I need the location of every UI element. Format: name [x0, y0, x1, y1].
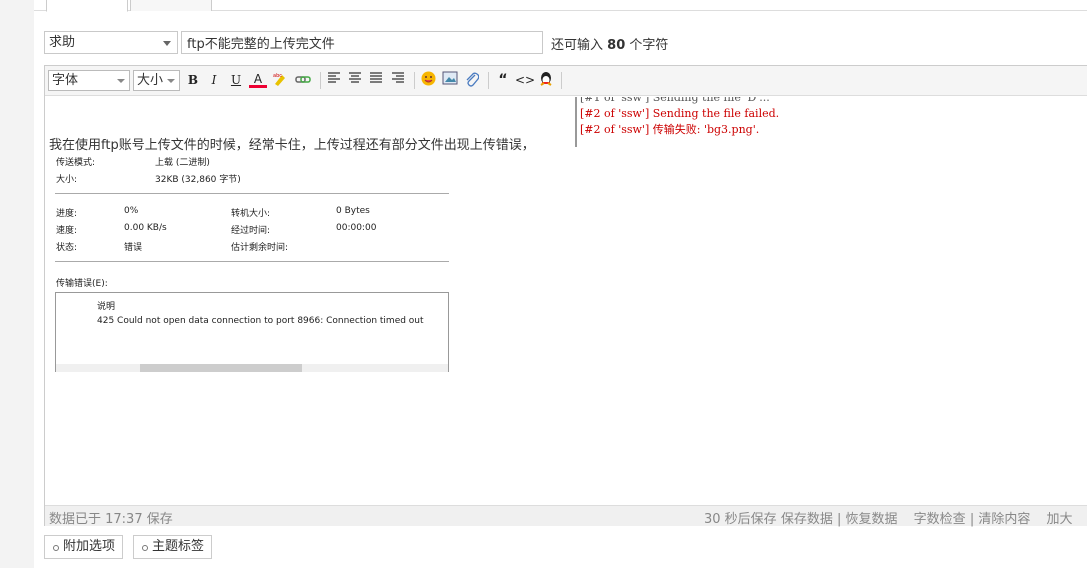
topic-tags-button[interactable]: 主题标签 [133, 535, 213, 559]
align-right-icon[interactable] [389, 71, 407, 90]
char-count: 还可输入 80 个字符 [551, 34, 668, 53]
word-check-link[interactable]: 字数检查 [914, 512, 966, 527]
autosave-countdown: 30 秒后保存 [704, 512, 777, 527]
saved-status: 数据已于 17:37 保存 [49, 512, 173, 527]
editor-toolbar: 字体 大小 B I U A abc “ <> [45, 66, 1087, 96]
tab-bar [34, 0, 1087, 12]
error-message: 425 Could not open data connection to po… [97, 316, 424, 326]
align-left-icon[interactable] [325, 71, 343, 90]
svg-text:abc: abc [273, 73, 282, 79]
title-input[interactable] [181, 31, 543, 54]
enlarge-link[interactable]: 加大 [1047, 512, 1073, 527]
speed-label: 速度: [56, 226, 78, 236]
log-line: [#2 of 'ssw'] 传输失败: 'bg3.png'. [580, 123, 760, 136]
chevron-down-icon [163, 41, 171, 46]
chevron-down-icon [117, 79, 125, 83]
category-select[interactable]: 求助 [44, 31, 178, 54]
toolbar-divider [320, 72, 321, 89]
elapsed-label: 经过时间: [231, 226, 271, 236]
remaining-label: 估计剩余时间: [231, 243, 289, 253]
speed-value: 0.00 KB/s [124, 223, 167, 233]
char-count-number: 80 [607, 38, 626, 53]
desc-header: 说明 [97, 302, 116, 312]
post-body-text: 我在使用ftp账号上传文件的时候，经常卡住，上传过程还有部分文件出现上传错误， [49, 138, 535, 153]
smiley-icon[interactable] [419, 71, 437, 90]
font-size-select[interactable]: 大小 [133, 70, 180, 91]
separator: | [969, 512, 975, 527]
progress-label: 进度: [56, 209, 78, 219]
tab-inactive[interactable] [130, 0, 212, 11]
align-center-icon[interactable] [346, 71, 364, 90]
error-list: 说明 425 Could not open data connection to… [55, 292, 449, 372]
divider [55, 193, 449, 194]
separator: | [836, 512, 842, 527]
qq-icon[interactable] [537, 71, 555, 90]
status-actions: 30 秒后保存 保存数据 | 恢复数据 字数检查 | 清除内容 加大 [704, 508, 1073, 527]
attach-options-button[interactable]: 附加选项 [44, 535, 124, 559]
font-color-button[interactable]: A [249, 71, 267, 88]
editor: 字体 大小 B I U A abc “ <> [#1 of 'ssw'] Sen… [44, 65, 1087, 527]
log-line: [#1 of 'ssw'] Sending the file 'D'... [580, 97, 770, 104]
bold-button[interactable]: B [184, 71, 202, 90]
transferred-label: 转机大小: [231, 209, 271, 219]
char-count-suffix: 个字符 [629, 38, 669, 53]
errors-label: 传输错误(E): [56, 279, 108, 289]
ftp-log-screenshot: [#1 of 'ssw'] Sending the file 'D'... [#… [575, 97, 835, 147]
transfer-dialog-screenshot: 传送模式: 上载 (二进制) 大小: 32KB (32,860 字节) 进度: … [55, 152, 449, 372]
category-select-value: 求助 [49, 35, 76, 50]
size-label: 大小: [56, 175, 78, 185]
toolbar-divider [414, 72, 415, 89]
chevron-down-icon [167, 79, 175, 83]
underline-button[interactable]: U [227, 71, 245, 90]
italic-button[interactable]: I [205, 71, 223, 90]
attachment-icon[interactable] [463, 71, 481, 90]
code-button[interactable]: <> [515, 71, 535, 90]
save-data-link[interactable]: 保存数据 [781, 512, 833, 527]
restore-data-link[interactable]: 恢复数据 [846, 512, 898, 527]
editor-status-bar: 数据已于 17:37 保存 30 秒后保存 保存数据 | 恢复数据 字数检查 |… [45, 505, 1087, 527]
status-label: 状态: [56, 243, 78, 253]
toolbar-divider [561, 72, 562, 89]
status-value: 错误 [124, 243, 143, 253]
transferred-value: 0 Bytes [336, 206, 370, 216]
editor-content[interactable]: [#1 of 'ssw'] Sending the file 'D'... [#… [45, 97, 1087, 505]
tab-active[interactable] [46, 0, 128, 12]
divider [55, 261, 449, 262]
image-icon[interactable] [441, 71, 459, 90]
char-count-prefix: 还可输入 [551, 38, 604, 53]
clear-content-link[interactable]: 清除内容 [978, 512, 1030, 527]
progress-value: 0% [124, 206, 139, 216]
quote-button[interactable]: “ [494, 71, 512, 90]
font-size-label: 大小 [137, 73, 164, 88]
log-line: [#2 of 'ssw'] Sending the file failed. [580, 107, 780, 120]
mode-value: 上载 (二进制) [155, 158, 210, 168]
size-value: 32KB (32,860 字节) [155, 175, 241, 185]
font-family-select[interactable]: 字体 [48, 70, 130, 91]
scrollbar-thumb [140, 364, 302, 372]
highlight-icon[interactable]: abc [271, 71, 289, 90]
toolbar-divider [488, 72, 489, 89]
link-icon[interactable] [294, 71, 312, 90]
horizontal-scrollbar [56, 364, 448, 372]
elapsed-value: 00:00:00 [336, 223, 377, 233]
align-justify-icon[interactable] [367, 71, 385, 90]
left-gutter [0, 0, 34, 568]
font-family-label: 字体 [52, 73, 79, 88]
mode-label: 传送模式: [56, 158, 96, 168]
